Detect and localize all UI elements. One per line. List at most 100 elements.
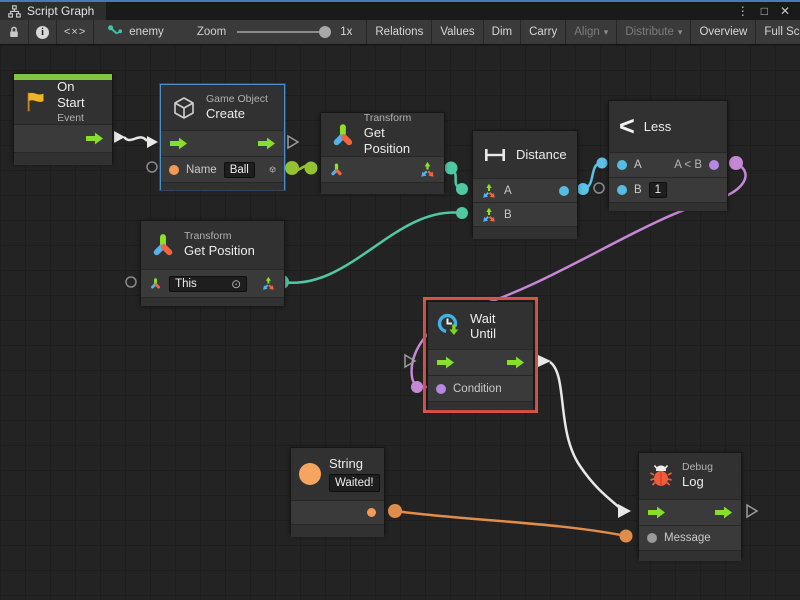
vector3-out-port[interactable] <box>261 275 276 292</box>
wire-getposition2-distance-b[interactable] <box>282 212 462 282</box>
button-label: Overview <box>699 26 747 38</box>
name-input-port[interactable] <box>169 165 179 175</box>
graph-icon <box>108 25 122 39</box>
vector3-in-port-b[interactable] <box>481 207 497 223</box>
node-category: Transform <box>184 230 255 243</box>
node-title: Distance <box>516 147 567 162</box>
value-indicator-icon <box>594 183 604 193</box>
condition-in-port[interactable] <box>436 384 446 394</box>
wire-waituntil-log[interactable] <box>550 362 620 508</box>
less-in-port-a[interactable] <box>617 160 627 170</box>
code-view-button[interactable]: <×> <box>57 20 94 44</box>
graph-breadcrumb[interactable]: enemy <box>129 26 164 38</box>
message-in-port[interactable] <box>647 533 657 543</box>
node-title: Log <box>682 474 713 490</box>
wire-endpoint <box>597 158 608 169</box>
string-value-field[interactable]: Waited! <box>329 474 380 492</box>
gameobject-out-port[interactable] <box>269 162 276 177</box>
wire-arrowhead <box>618 504 631 518</box>
lock-button[interactable] <box>0 20 29 44</box>
window-tab[interactable]: Script Graph <box>0 2 106 20</box>
code-icon: <×> <box>64 26 86 38</box>
less-in-port-b[interactable] <box>617 185 627 195</box>
node-title: On Start <box>57 79 102 112</box>
wire-endpoint <box>729 156 743 170</box>
zoom-slider-handle[interactable] <box>319 26 331 38</box>
node-wait-until[interactable]: Wait Until Condition <box>427 301 534 408</box>
toolbar-button-fullscreen[interactable]: Full Screen <box>755 20 800 44</box>
node-subtitle: Event <box>57 112 102 125</box>
toolbar-button-overview[interactable]: Overview <box>690 20 755 44</box>
toolbar-button-relations[interactable]: Relations <box>366 20 431 44</box>
toolbar-middle: enemy Zoom 1x <box>94 20 366 44</box>
transform-in-port[interactable] <box>149 276 162 291</box>
toolbar-button-distribute[interactable]: Distribute▾ <box>616 20 690 44</box>
flow-in-port[interactable] <box>436 356 455 369</box>
node-category: Transform <box>364 112 434 125</box>
name-field[interactable]: Ball <box>224 162 255 178</box>
toolbar-button-align[interactable]: Align ▾ <box>565 20 616 44</box>
node-distance[interactable]: Distance A B <box>472 130 578 237</box>
field-value: This <box>175 278 197 290</box>
menu-icon[interactable]: ⋮ <box>737 5 749 17</box>
wire-string-log-message[interactable] <box>395 511 626 536</box>
less-out-port[interactable] <box>709 160 719 170</box>
port-label: A <box>504 185 512 197</box>
bug-icon <box>649 464 673 488</box>
this-field[interactable]: This ⊙ <box>169 276 247 292</box>
window-title: Script Graph <box>27 4 94 18</box>
toolbar: i <×> enemy Zoom 1x Relations Values Dim <box>0 20 800 45</box>
flow-out-port[interactable] <box>714 506 733 519</box>
node-create[interactable]: Game Object Create Name Ball <box>160 84 285 190</box>
value-indicator-icon <box>126 277 136 287</box>
transform-in-port[interactable] <box>329 162 344 177</box>
object-picker-icon[interactable]: ⊙ <box>231 278 241 290</box>
node-less[interactable]: < Less A A < B B 1 <box>608 100 728 209</box>
toolbar-button-carry[interactable]: Carry <box>520 20 565 44</box>
node-title: Create <box>206 106 268 122</box>
toolbar-button-dim[interactable]: Dim <box>483 20 520 44</box>
flow-in-port[interactable] <box>169 137 188 150</box>
node-get-position-1[interactable]: Transform Get Position <box>320 112 445 192</box>
button-label: Full Screen <box>764 26 800 38</box>
flow-in-port[interactable] <box>647 506 666 519</box>
node-debug-log[interactable]: Debug Log Message <box>638 452 742 559</box>
node-get-position-2[interactable]: Transform Get Position This ⊙ <box>140 220 285 306</box>
value-indicator-icon <box>147 162 157 172</box>
node-on-start[interactable]: On Start Event <box>13 73 113 163</box>
b-value-field[interactable]: 1 <box>649 182 667 198</box>
maximize-icon[interactable]: □ <box>761 5 768 17</box>
cube-icon <box>171 95 197 121</box>
vector3-out-port[interactable] <box>419 161 436 178</box>
wire-endpoint <box>305 162 318 175</box>
vector3-in-port-a[interactable] <box>481 183 497 199</box>
wire-flow-start-create[interactable] <box>124 137 147 141</box>
node-title: Less <box>644 119 671 134</box>
inspect-button[interactable]: i <box>29 20 57 44</box>
node-title: Get Position <box>184 243 255 259</box>
close-icon[interactable]: ✕ <box>780 5 790 17</box>
info-icon: i <box>36 26 49 39</box>
node-category: Debug <box>682 461 713 474</box>
wire-endpoint <box>577 183 589 195</box>
zoom-slider[interactable] <box>237 31 329 33</box>
distance-out-port[interactable] <box>559 186 569 196</box>
transform-icon <box>331 123 355 147</box>
button-label: Dim <box>492 26 512 38</box>
window-controls: ⋮ □ ✕ <box>737 2 800 20</box>
chevron-down-icon: ▾ <box>678 27 683 38</box>
wire-endpoint <box>456 183 468 195</box>
string-out-port[interactable] <box>367 508 376 517</box>
button-label: Align <box>574 26 600 38</box>
flow-out-port[interactable] <box>257 137 276 150</box>
toolbar-button-values[interactable]: Values <box>431 20 482 44</box>
flag-icon <box>24 89 48 115</box>
port-label: B <box>634 184 642 196</box>
less-icon: < <box>619 113 635 140</box>
graph-canvas[interactable]: On Start Event G <box>0 45 800 600</box>
chevron-down-icon: ▾ <box>604 27 609 38</box>
flow-out-port[interactable] <box>506 356 525 369</box>
node-string[interactable]: String Waited! <box>290 447 385 535</box>
transform-icon <box>151 233 175 257</box>
flow-out-port[interactable] <box>85 132 104 145</box>
